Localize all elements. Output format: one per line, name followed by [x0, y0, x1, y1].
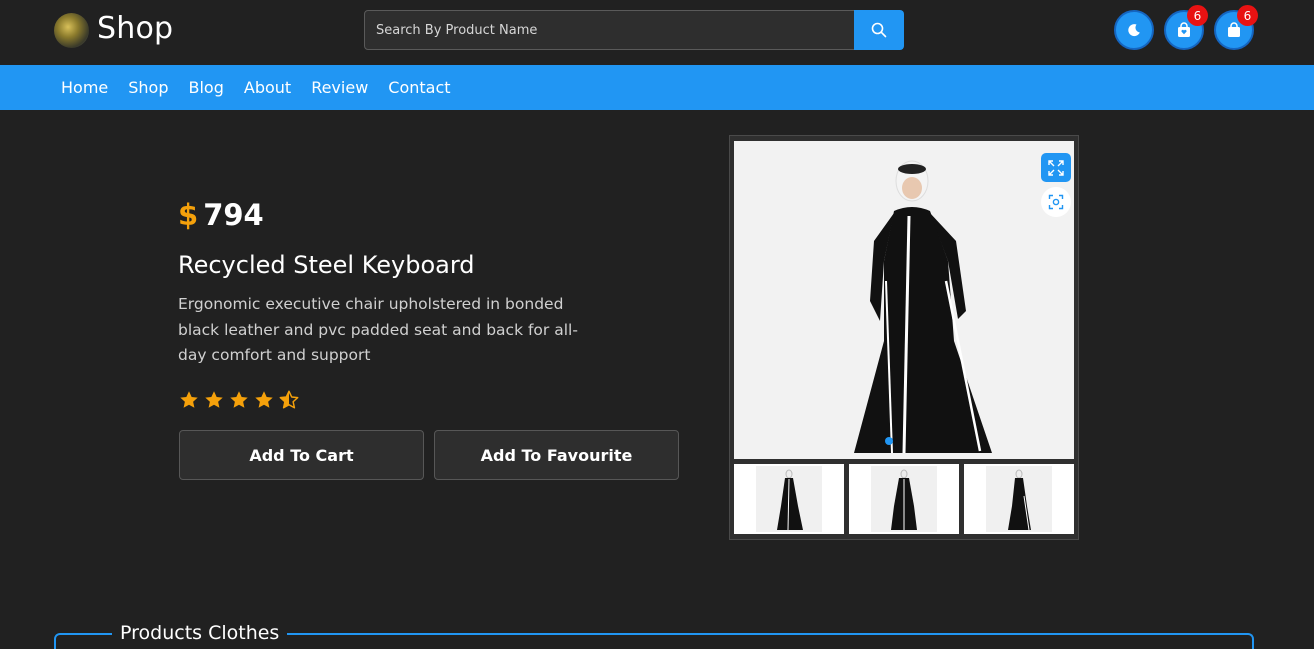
- moon-icon: [1128, 24, 1140, 37]
- add-to-cart-button[interactable]: Add To Cart: [179, 430, 424, 480]
- product-rating: [178, 389, 300, 411]
- search-bar: [364, 10, 904, 50]
- currency-symbol: $: [178, 198, 199, 232]
- star-full-icon: [205, 391, 223, 408]
- expand-icon: [1048, 159, 1064, 176]
- nav-item-contact[interactable]: Contact: [388, 78, 450, 97]
- star-full-icon: [230, 391, 248, 408]
- bag-heart-icon: [1178, 22, 1190, 37]
- logo-avatar[interactable]: [54, 13, 89, 48]
- thumbnail-image: [871, 466, 937, 532]
- cart-count-badge: 6: [1237, 5, 1258, 26]
- zoom-button[interactable]: [1041, 187, 1071, 217]
- thumbnail-image: [986, 466, 1052, 532]
- product-price: $794: [178, 198, 264, 232]
- thumbnail-1[interactable]: [734, 464, 844, 534]
- search-button[interactable]: [854, 10, 904, 50]
- nav-item-review[interactable]: Review: [311, 78, 368, 97]
- nav-item-about[interactable]: About: [244, 78, 291, 97]
- product-image-gallery: [729, 135, 1079, 540]
- cart-button[interactable]: 6: [1214, 5, 1258, 50]
- zoom-focus-icon: [1048, 194, 1064, 210]
- top-header: Shop 6 6: [0, 0, 1314, 65]
- model-dress-image: [854, 160, 992, 454]
- product-title: Recycled Steel Keyboard: [178, 251, 475, 279]
- main-navigation: Home Shop Blog About Review Contact: [0, 65, 1314, 110]
- search-input[interactable]: [364, 10, 855, 50]
- thumbnail-3[interactable]: [964, 464, 1074, 534]
- main-product-image[interactable]: [734, 141, 1074, 459]
- brand-name[interactable]: Shop: [97, 11, 173, 46]
- wishlist-count-badge: 6: [1187, 5, 1208, 26]
- thumbnail-image: [756, 466, 822, 532]
- thumbnail-2[interactable]: [849, 464, 959, 534]
- star-full-icon: [255, 391, 273, 408]
- star-full-icon: [180, 391, 198, 408]
- dark-mode-toggle[interactable]: [1114, 10, 1154, 50]
- shopping-bag-icon: [1228, 22, 1240, 37]
- nav-item-home[interactable]: Home: [61, 78, 108, 97]
- section-title: Products Clothes: [112, 622, 288, 644]
- search-icon: [871, 22, 887, 38]
- product-description: Ergonomic executive chair upholstered in…: [178, 295, 578, 364]
- price-value: 794: [203, 198, 264, 232]
- star-half-icon: [279, 390, 299, 409]
- add-to-favourite-button[interactable]: Add To Favourite: [434, 430, 679, 480]
- nav-item-blog[interactable]: Blog: [189, 78, 224, 97]
- fullscreen-button[interactable]: [1041, 153, 1071, 182]
- nav-item-shop[interactable]: Shop: [128, 78, 168, 97]
- wishlist-button[interactable]: 6: [1164, 5, 1208, 50]
- carousel-dot-active[interactable]: [885, 437, 893, 445]
